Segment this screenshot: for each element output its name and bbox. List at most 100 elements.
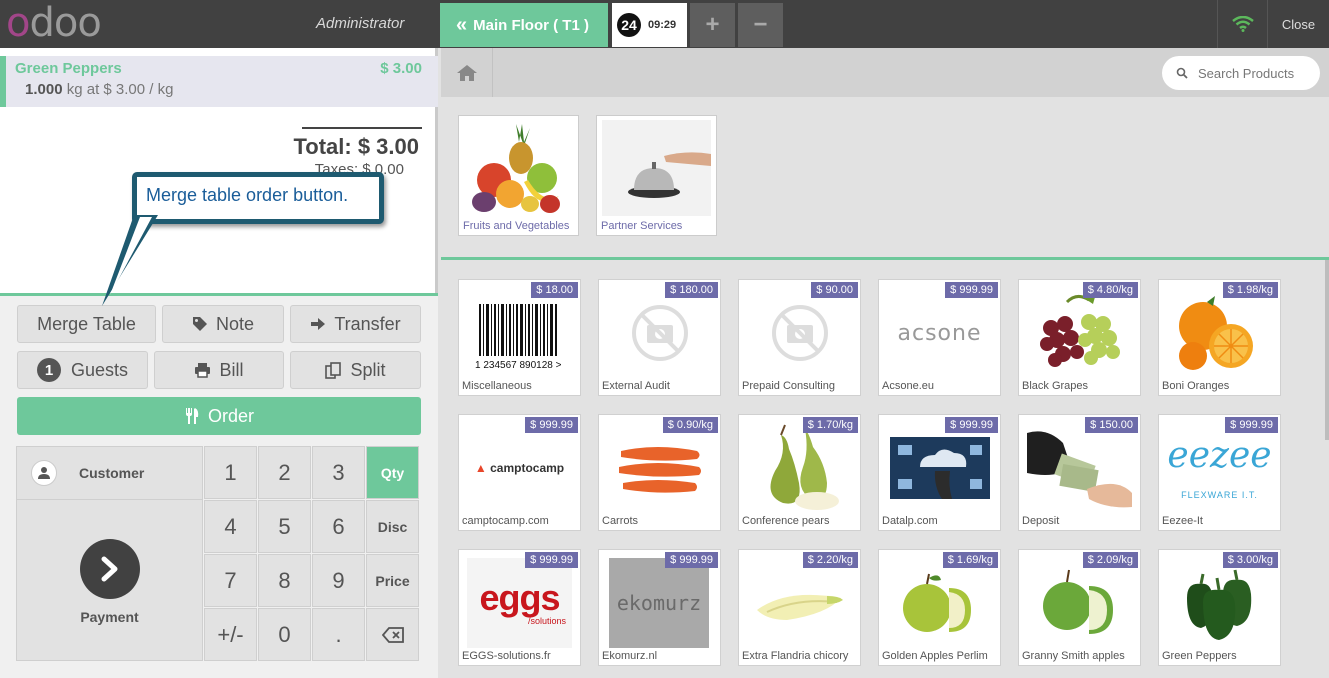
split-label: Split	[350, 359, 386, 380]
backspace-button[interactable]	[366, 608, 419, 661]
guests-count: 1	[36, 358, 61, 382]
no-image-icon	[607, 288, 712, 378]
product-price: $ 1.98/kg	[1222, 282, 1278, 298]
product-deposit[interactable]: $ 150.00 Deposit	[1018, 414, 1141, 531]
numpad: 1 2 3 Qty 4 5 6 Disc 7 8 9 Price +/- 0 .	[204, 446, 421, 661]
total-divider	[302, 127, 422, 129]
numpad-key-5[interactable]: 5	[258, 500, 311, 553]
floor-button[interactable]: « Main Floor ( T1 )	[440, 3, 608, 47]
numpad-key-9[interactable]: 9	[312, 554, 365, 607]
remove-order-button[interactable]: −	[738, 3, 783, 47]
deposit-image	[1027, 423, 1132, 513]
mode-price-button[interactable]: Price	[366, 554, 419, 607]
product-boni-oranges[interactable]: $ 1.98/kg Boni Oranges	[1158, 279, 1281, 396]
numpad-key-7[interactable]: 7	[204, 554, 257, 607]
product-miscellaneous[interactable]: 1 234567 890128 > $ 18.00 Miscellaneous	[458, 279, 581, 396]
note-label: Note	[215, 313, 255, 334]
split-button[interactable]: Split	[290, 351, 421, 389]
customer-payment-panel: Customer Payment	[16, 446, 203, 661]
numpad-key-3[interactable]: 3	[312, 446, 365, 499]
product-name: Deposit	[1022, 515, 1060, 527]
numpad-key-1[interactable]: 1	[204, 446, 257, 499]
numpad-key-6[interactable]: 6	[312, 500, 365, 553]
mode-disc-button[interactable]: Disc	[366, 500, 419, 553]
order-button[interactable]: Order	[17, 397, 421, 435]
product-granny-smith-apples[interactable]: $ 2.09/kg Granny Smith apples	[1018, 549, 1141, 666]
order-line-info: 1.000 kg at $ 3.00 / kg	[25, 81, 173, 98]
home-icon	[456, 64, 477, 81]
category-fruits-vegetables[interactable]: Fruits and Vegetables	[458, 115, 579, 236]
product-name: Golden Apples Perlim	[882, 650, 988, 662]
tag-icon	[192, 316, 208, 332]
product-camptocamp[interactable]: ▲ camptocamp $ 999.99 camptocamp.com	[458, 414, 581, 531]
product-extra-flandria-chicory[interactable]: $ 2.20/kg Extra Flandria chicory	[738, 549, 861, 666]
product-green-peppers[interactable]: $ 3.00/kg Green Peppers	[1158, 549, 1281, 666]
bill-button[interactable]: Bill	[154, 351, 284, 389]
product-price: $ 18.00	[531, 282, 578, 298]
mode-qty-button[interactable]: Qty	[366, 446, 419, 499]
product-conference-pears[interactable]: $ 1.70/kg Conference pears	[738, 414, 861, 531]
product-name: Boni Oranges	[1162, 380, 1230, 392]
apples-image	[887, 558, 992, 648]
product-golden-apples-perlim[interactable]: $ 1.69/kg Golden Apples Perlim	[878, 549, 1001, 666]
search-placeholder: Search Products	[1198, 65, 1295, 81]
note-button[interactable]: Note	[162, 305, 284, 343]
add-order-button[interactable]: +	[690, 3, 735, 47]
products-scrollbar[interactable]	[1325, 260, 1329, 440]
order-line[interactable]: Green Peppers $ 3.00 1.000 kg at $ 3.00 …	[0, 56, 438, 107]
eezee-logo: eezee FLEXWARE I.T.	[1167, 435, 1272, 501]
grapes-image	[1027, 288, 1132, 378]
backspace-icon	[381, 626, 404, 643]
numpad-key-0[interactable]: 0	[258, 608, 311, 661]
product-external-audit[interactable]: $ 180.00 External Audit	[598, 279, 721, 396]
product-prepaid-consulting[interactable]: $ 90.00 Prepaid Consulting	[738, 279, 861, 396]
products-header: Search Products	[441, 48, 1329, 97]
floor-label: Main Floor ( T1 )	[473, 16, 589, 34]
product-name: camptocamp.com	[462, 515, 549, 527]
numpad-key-plusminus[interactable]: +/-	[204, 608, 257, 661]
product-eezee-it[interactable]: eezee FLEXWARE I.T. $ 999.99 Eezee-It	[1158, 414, 1281, 531]
numpad-key-4[interactable]: 4	[204, 500, 257, 553]
transfer-label: Transfer	[334, 313, 401, 334]
product-name: Ekomurz.nl	[602, 650, 658, 662]
payment-button[interactable]	[80, 539, 140, 599]
product-name: Carrots	[602, 515, 639, 527]
close-button[interactable]: Close	[1267, 0, 1329, 48]
product-black-grapes[interactable]: $ 4.80/kg Black Grapes	[1018, 279, 1141, 396]
numpad-key-2[interactable]: 2	[258, 446, 311, 499]
product-acsone[interactable]: acsone $ 999.99 Acsone.eu	[878, 279, 1001, 396]
barcode-digits: 1 234567 890128 >	[475, 360, 562, 371]
search-input[interactable]: Search Products	[1162, 56, 1320, 90]
peppers-image	[1167, 558, 1272, 648]
product-name: Green Peppers	[1162, 650, 1237, 662]
product-price: $ 4.80/kg	[1082, 282, 1138, 298]
product-price: $ 90.00	[811, 282, 858, 298]
double-chevron-left-icon: «	[456, 13, 468, 36]
numpad-key-8[interactable]: 8	[258, 554, 311, 607]
customer-label: Customer	[79, 465, 145, 481]
pears-image	[747, 423, 852, 513]
annotation-callout: Merge table order button.	[132, 172, 384, 224]
product-name: Black Grapes	[1022, 380, 1089, 392]
transfer-button[interactable]: Transfer	[290, 305, 421, 343]
product-price: $ 999.99	[1225, 417, 1278, 433]
order-line-qty: 1.000	[25, 81, 63, 98]
product-carrots[interactable]: $ 0.90/kg Carrots	[598, 414, 721, 531]
product-datalp[interactable]: $ 999.99 Datalp.com	[878, 414, 1001, 531]
product-price: $ 150.00	[1085, 417, 1138, 433]
home-category-button[interactable]	[441, 48, 493, 97]
order-line-name: Green Peppers	[15, 60, 122, 77]
customer-button[interactable]: Customer	[17, 447, 202, 500]
products-pane: Search Products Fruits and Vegetables Pa…	[441, 48, 1329, 678]
guests-button[interactable]: 1 Guests	[17, 351, 148, 389]
order-tab[interactable]: 24 09:29	[612, 3, 687, 47]
user-icon	[31, 460, 57, 486]
numpad-key-dot[interactable]: .	[312, 608, 365, 661]
copy-icon	[325, 361, 342, 379]
category-separator	[441, 257, 1329, 260]
product-ekomurz[interactable]: ekomurz $ 999.99 Ekomurz.nl	[598, 549, 721, 666]
product-price: $ 2.20/kg	[802, 552, 858, 568]
category-partner-services[interactable]: Partner Services	[596, 115, 717, 236]
product-eggs-solutions[interactable]: eggs /solutions $ 999.99 EGGS-solutions.…	[458, 549, 581, 666]
guests-label: Guests	[70, 359, 129, 380]
